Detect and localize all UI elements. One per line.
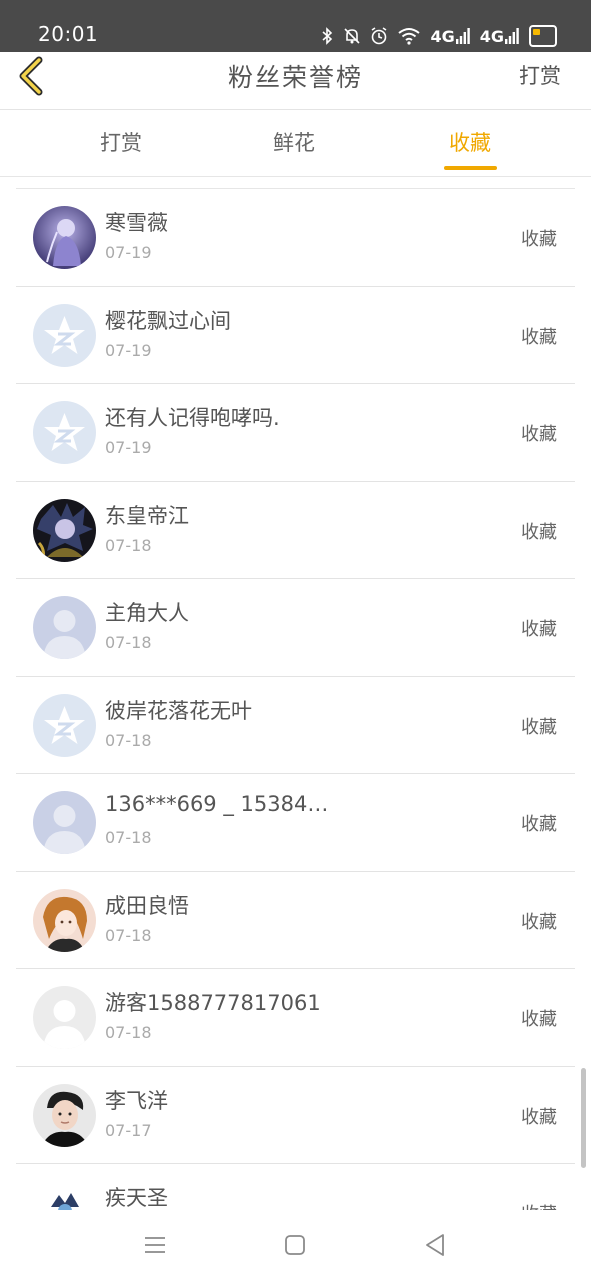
status-icons: 4G 4G (320, 24, 557, 48)
fan-date: 07-18 (105, 730, 152, 750)
status-time: 20:01 (38, 22, 99, 46)
signal-4g-icon: 4G (480, 25, 519, 47)
avatar (33, 1083, 96, 1147)
fan-action: 收藏 (521, 1009, 557, 1030)
page-title: 粉丝荣誉榜 (227, 63, 363, 92)
home-icon[interactable] (282, 1232, 308, 1258)
fan-name: 疾天圣 (105, 1186, 168, 1210)
fan-date: 07-18 (105, 633, 152, 652)
list-item[interactable]: 成田良悟 07-18 收藏 (16, 872, 575, 969)
fan-name: 彼岸花落花无叶 (105, 698, 252, 723)
system-nav-bar (0, 1210, 591, 1280)
back-icon[interactable] (422, 1232, 448, 1258)
status-bar: 20:01 4G 4G (0, 0, 591, 52)
tab-favorites[interactable]: 收藏 (410, 127, 530, 157)
avatar (33, 888, 96, 952)
fan-action: 收藏 (521, 326, 557, 348)
fan-action: 收藏 (521, 911, 557, 933)
avatar (33, 401, 96, 464)
fan-name: 樱花飘过心间 (105, 308, 231, 333)
fan-action: 收藏 (521, 814, 557, 835)
list-item[interactable]: 疾天圣 收藏 (16, 1164, 575, 1210)
fan-name: 游客1588777817061 (105, 991, 321, 1015)
fan-name: 还有人记得咆哮吗. (105, 406, 280, 430)
fan-list[interactable]: 寒雪薇 07-19 收藏 樱花飘过心间 07-19 收藏 还有人记得咆哮吗. 0… (16, 188, 575, 1210)
signal-4g-icon: 4G (430, 25, 470, 47)
fan-date: 07-19 (105, 438, 152, 457)
fan-action: 收藏 (521, 521, 557, 543)
active-tab-indicator (444, 166, 497, 170)
avatar (33, 1181, 96, 1210)
fan-date: 07-18 (105, 828, 152, 847)
fan-name: 东皇帝江 (105, 503, 189, 528)
fan-name: 136***669 _ 15384… (105, 792, 329, 816)
fan-action: 收藏 (521, 424, 557, 445)
avatar (33, 303, 96, 367)
list-item[interactable]: 彼岸花落花无叶 07-18 收藏 (16, 677, 575, 774)
fan-action: 收藏 (521, 1106, 557, 1128)
fan-action: 收藏 (521, 619, 557, 640)
fan-name: 主角大人 (105, 601, 189, 625)
avatar (33, 693, 96, 757)
tab-flowers[interactable]: 鲜花 (234, 127, 354, 157)
list-item[interactable]: 樱花飘过心间 07-19 收藏 (16, 287, 575, 384)
tab-bar: 打赏 鲜花 收藏 (0, 111, 591, 177)
fan-name: 成田良悟 (105, 893, 189, 918)
list-item[interactable]: 136***669 _ 15384… 07-18 收藏 (16, 774, 575, 872)
avatar (33, 596, 96, 659)
wifi-icon (398, 25, 421, 47)
fan-date: 07-17 (105, 1120, 152, 1140)
list-item[interactable]: 寒雪薇 07-19 收藏 (16, 189, 575, 287)
list-item[interactable]: 东皇帝江 07-18 收藏 (16, 482, 575, 579)
fan-action: 收藏 (521, 229, 557, 250)
fan-date: 07-19 (105, 243, 152, 262)
list-item[interactable]: 还有人记得咆哮吗. 07-19 收藏 (16, 384, 575, 482)
avatar (33, 206, 96, 269)
list-item[interactable]: 游客1588777817061 07-18 收藏 (16, 969, 575, 1067)
avatar (33, 791, 96, 854)
list-item[interactable]: 主角大人 07-18 收藏 (16, 579, 575, 677)
fan-date: 07-19 (105, 340, 152, 360)
fan-date: 07-18 (105, 1023, 152, 1042)
alarm-icon (370, 25, 388, 47)
reward-button[interactable]: 打赏 (519, 60, 561, 90)
mute-icon (344, 25, 361, 47)
header-bar: 粉丝荣誉榜 打赏 (0, 52, 591, 110)
fan-date: 07-18 (105, 535, 152, 555)
battery-icon (529, 25, 557, 47)
fan-action: 收藏 (521, 716, 557, 738)
fan-date: 07-18 (105, 925, 152, 945)
fan-name: 寒雪薇 (105, 211, 168, 235)
fan-name: 李飞洋 (105, 1088, 168, 1113)
avatar (33, 498, 96, 562)
tab-reward[interactable]: 打赏 (61, 127, 181, 157)
avatar (33, 986, 96, 1049)
list-item[interactable]: 李飞洋 07-17 收藏 (16, 1067, 575, 1164)
bluetooth-icon (320, 25, 334, 47)
fan-action: 收藏 (521, 1200, 557, 1210)
scrollbar[interactable] (581, 1068, 586, 1168)
menu-icon[interactable] (142, 1232, 168, 1258)
